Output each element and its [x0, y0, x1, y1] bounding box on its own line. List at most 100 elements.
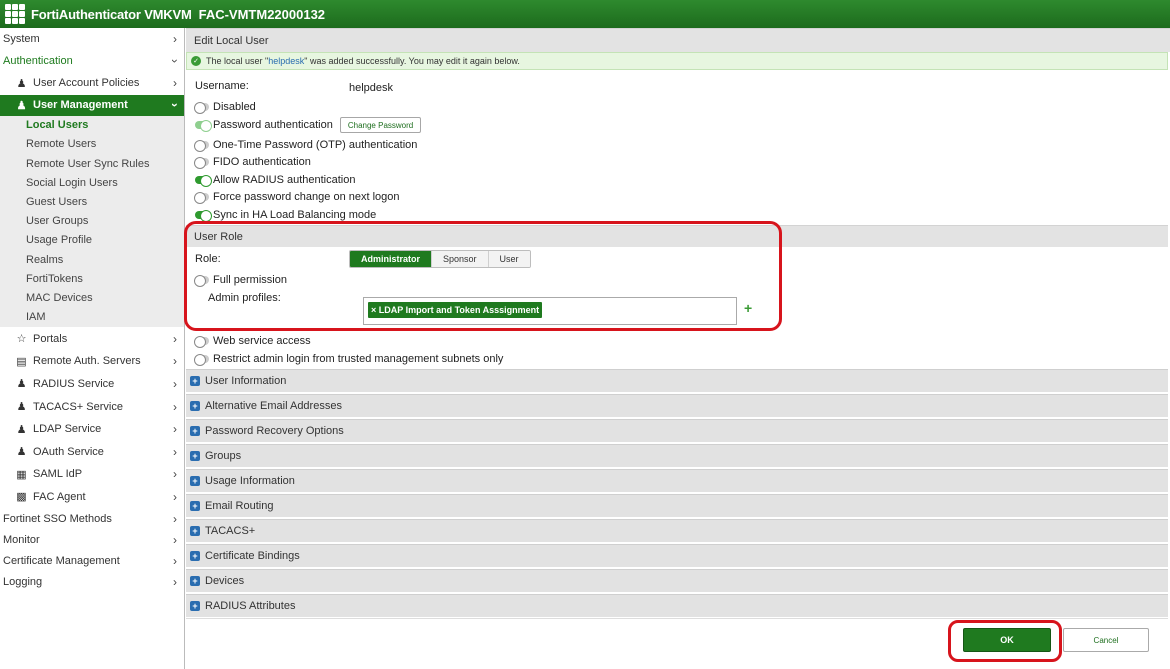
password-auth-toggle[interactable] — [195, 120, 212, 132]
expand-plus-icon: + — [190, 451, 200, 461]
user-lock-icon: ♟ — [16, 401, 27, 414]
otp-toggle[interactable] — [194, 140, 209, 152]
chevron-right-icon: › — [173, 76, 177, 91]
chevron-right-icon: › — [173, 553, 177, 568]
sidebar-item-ldap-service[interactable]: ♟ LDAP Service › — [0, 418, 184, 441]
section-email-routing[interactable]: + Email Routing — [186, 494, 1168, 517]
otp-row[interactable]: One-Time Password (OTP) authentication — [194, 137, 417, 153]
user-lock-icon: ♟ — [16, 423, 27, 436]
sidebar-item-user-account-policies[interactable]: ♟ User Account Policies › — [0, 72, 184, 95]
username-label: Username: — [195, 80, 249, 92]
sidebar-item-saml-idp[interactable]: ▦ SAML IdP › — [0, 463, 184, 486]
restrict-admin-toggle[interactable] — [194, 354, 209, 366]
agent-icon: ▩ — [16, 491, 27, 504]
section-certificate-bindings[interactable]: + Certificate Bindings — [186, 544, 1168, 567]
change-password-button[interactable]: Change Password — [339, 117, 422, 133]
highlight-user-role — [184, 221, 782, 331]
users-icon: ♟ — [16, 99, 27, 112]
section-usage-information[interactable]: + Usage Information — [186, 469, 1168, 492]
restrict-admin-row[interactable]: Restrict admin login from trusted manage… — [194, 351, 503, 367]
chevron-right-icon: › — [173, 376, 177, 391]
sidebar-item-mac-devices[interactable]: MAC Devices — [0, 288, 184, 307]
sidebar: System › Authentication › ♟ User Account P… — [0, 28, 185, 669]
sidebar-item-monitor[interactable]: Monitor › — [0, 529, 184, 550]
chevron-right-icon: › — [173, 489, 177, 504]
password-auth-row[interactable]: Password authentication Change Password — [195, 117, 422, 133]
success-notice: ✓ The local user " helpdesk " was added su… — [186, 52, 1168, 70]
sidebar-item-fortinet-sso-methods[interactable]: Fortinet SSO Methods › — [0, 508, 184, 529]
chevron-right-icon: › — [173, 354, 177, 369]
sidebar-item-portals[interactable]: ☆ Portals › — [0, 327, 184, 350]
user-policy-icon: ♟ — [16, 77, 27, 90]
radius-toggle[interactable] — [195, 175, 212, 187]
sidebar-item-guest-users[interactable]: Guest Users — [0, 192, 184, 211]
sidebar-item-iam[interactable]: IAM — [0, 307, 184, 327]
chevron-down-icon: › — [168, 59, 182, 63]
chevron-right-icon: › — [173, 511, 177, 526]
chevron-right-icon: › — [173, 399, 177, 414]
disabled-toggle-row[interactable]: Disabled — [194, 99, 256, 115]
expand-plus-icon: + — [190, 551, 200, 561]
expand-plus-icon: + — [190, 526, 200, 536]
sidebar-item-fortitokens[interactable]: FortiTokens — [0, 269, 184, 288]
expand-plus-icon: + — [190, 601, 200, 611]
username-value: helpdesk — [349, 82, 394, 94]
chevron-right-icon: › — [173, 574, 177, 589]
section-password-recovery[interactable]: + Password Recovery Options — [186, 419, 1168, 442]
chevron-right-icon: › — [173, 331, 177, 346]
section-groups[interactable]: + Groups — [186, 444, 1168, 467]
fido-toggle[interactable] — [194, 157, 209, 169]
expand-plus-icon: + — [190, 426, 200, 436]
fortinet-logo-icon — [4, 3, 26, 25]
sidebar-item-authentication[interactable]: Authentication › — [0, 50, 184, 72]
sidebar-item-user-groups[interactable]: User Groups — [0, 212, 184, 231]
sidebar-item-remote-users[interactable]: Remote Users — [0, 135, 184, 154]
top-bar: FortiAuthenticator VMKVM FAC-VMTM2200013… — [0, 0, 1170, 28]
section-radius-attributes[interactable]: + RADIUS Attributes — [186, 594, 1168, 617]
chevron-right-icon: › — [173, 422, 177, 437]
sidebar-item-remote-auth-servers[interactable]: ▤ Remote Auth. Servers › — [0, 350, 184, 373]
form-footer: OK Cancel — [186, 618, 1168, 669]
sidebar-item-user-management[interactable]: ♟ User Management › — [0, 94, 184, 116]
expand-plus-icon: + — [190, 501, 200, 511]
section-devices[interactable]: + Devices — [186, 569, 1168, 592]
user-lock-icon: ♟ — [16, 378, 27, 391]
user-lock-icon: ♟ — [16, 446, 27, 459]
force-password-row[interactable]: Force password change on next logon — [194, 189, 400, 205]
expand-plus-icon: + — [190, 576, 200, 586]
expand-plus-icon: + — [190, 401, 200, 411]
main-content: Edit Local User ✓ The local user " helpde… — [184, 28, 1170, 669]
disabled-toggle[interactable] — [194, 102, 209, 114]
sidebar-item-realms[interactable]: Realms — [0, 250, 184, 269]
page-title: Edit Local User — [186, 28, 1170, 52]
sidebar-item-social-login-users[interactable]: Social Login Users — [0, 173, 184, 192]
section-alternative-email[interactable]: + Alternative Email Addresses — [186, 394, 1168, 417]
sidebar-item-certificate-management[interactable]: Certificate Management › — [0, 550, 184, 571]
chevron-right-icon: › — [173, 444, 177, 459]
cancel-button[interactable]: Cancel — [1063, 628, 1149, 652]
product-name: FortiAuthenticator VMKVM — [31, 6, 192, 22]
chevron-down-icon: › — [168, 103, 182, 108]
sidebar-item-oauth-service[interactable]: ♟ OAuth Service › — [0, 440, 184, 463]
radius-row[interactable]: Allow RADIUS authentication — [195, 172, 355, 188]
sidebar-item-remote-user-sync-rules[interactable]: Remote User Sync Rules — [0, 154, 184, 173]
sidebar-item-usage-profile[interactable]: Usage Profile — [0, 231, 184, 250]
web-service-row[interactable]: Web service access — [194, 333, 311, 349]
user-management-submenu: Local Users Remote Users Remote User Syn… — [0, 115, 184, 328]
chevron-right-icon: › — [173, 467, 177, 482]
sync-ha-toggle[interactable] — [195, 210, 212, 222]
document-icon: ▦ — [16, 468, 27, 481]
section-tacacs[interactable]: + TACACS+ — [186, 519, 1168, 542]
sidebar-item-tacacs-service[interactable]: ♟ TACACS+ Service › — [0, 395, 184, 418]
sidebar-item-system[interactable]: System › — [0, 28, 184, 50]
sidebar-item-logging[interactable]: Logging › — [0, 571, 184, 592]
fido-row[interactable]: FIDO authentication — [194, 154, 311, 170]
sidebar-item-local-users[interactable]: Local Users — [0, 116, 184, 135]
web-service-toggle[interactable] — [194, 336, 209, 348]
sidebar-item-fac-agent[interactable]: ▩ FAC Agent › — [0, 486, 184, 509]
section-user-information[interactable]: + User Information — [186, 369, 1168, 392]
sidebar-item-radius-service[interactable]: ♟ RADIUS Service › — [0, 373, 184, 396]
server-icon: ▤ — [16, 355, 27, 368]
check-circle-icon: ✓ — [191, 56, 201, 66]
force-password-toggle[interactable] — [194, 192, 209, 204]
